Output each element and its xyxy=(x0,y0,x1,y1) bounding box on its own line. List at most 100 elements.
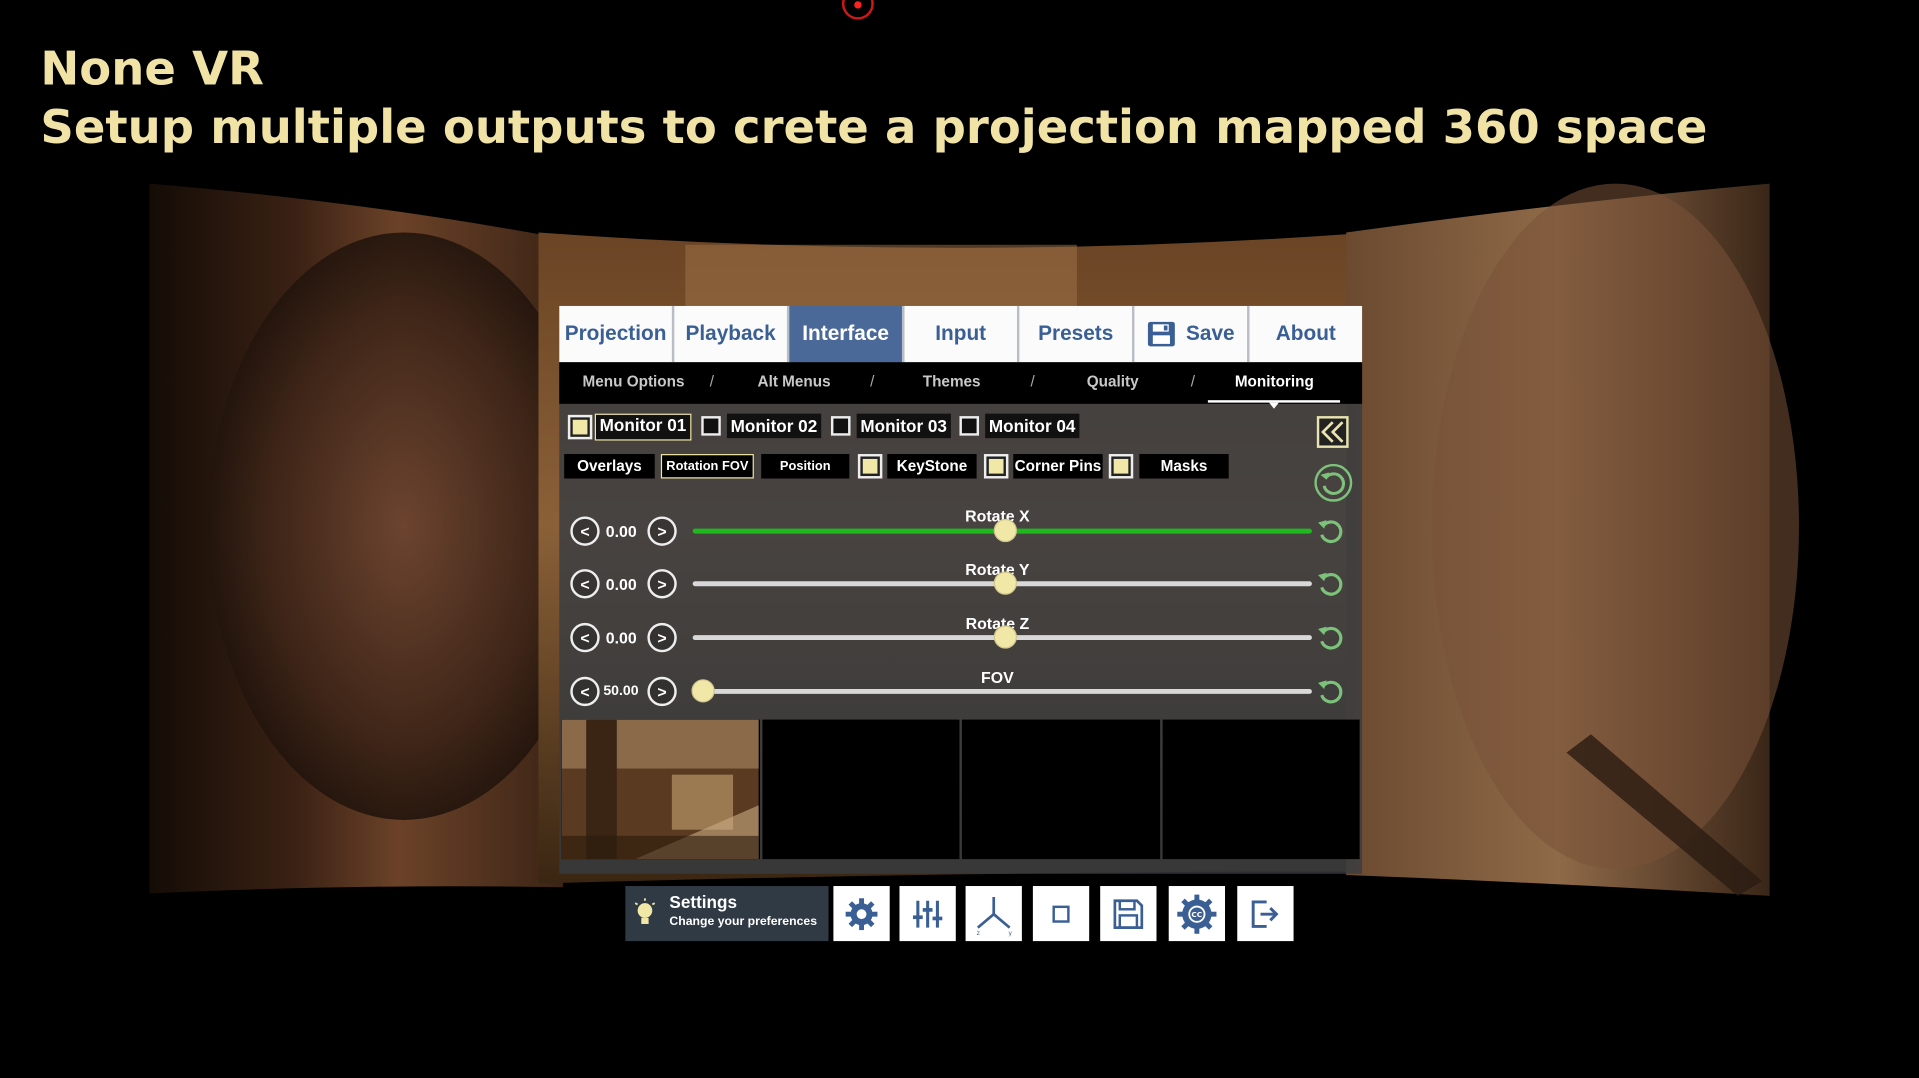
position-tab[interactable]: Position xyxy=(761,454,850,479)
corner-pins-tab[interactable]: Corner Pins xyxy=(1013,454,1103,479)
overlays-tab[interactable]: Overlays xyxy=(564,454,655,479)
decrement-button[interactable]: < xyxy=(570,622,600,653)
square-button[interactable] xyxy=(1032,886,1090,942)
subnav-monitoring[interactable]: Monitoring xyxy=(1235,373,1314,390)
main-tabs: Projection Playback Interface Input Pres… xyxy=(559,305,1363,363)
square-icon xyxy=(1052,905,1070,923)
save-button[interactable] xyxy=(1100,886,1157,942)
monitor-03-button[interactable]: Monitor 03 xyxy=(856,413,951,439)
subnav-alt-menus[interactable]: Alt Menus xyxy=(758,373,831,390)
subnav-quality[interactable]: Quality xyxy=(1087,373,1139,390)
equalizer-button[interactable] xyxy=(899,886,956,942)
svg-text:CC: CC xyxy=(1191,910,1202,919)
masks-tab[interactable]: Masks xyxy=(1139,454,1229,479)
reset-all-button[interactable] xyxy=(1314,463,1353,502)
slider-value: 0.00 xyxy=(605,522,637,541)
cc-gear-icon: CC xyxy=(1177,893,1217,934)
page-subtitle: Setup multiple outputs to crete a projec… xyxy=(40,100,1708,155)
slider-row-rotate-z: < 0.00 > Rotate Z xyxy=(559,613,1362,662)
slider-value: 0.00 xyxy=(605,575,637,594)
slider-thumb[interactable] xyxy=(993,571,1017,595)
slider-value: 50.00 xyxy=(603,684,639,699)
monitor-01-button[interactable]: Monitor 01 xyxy=(594,413,692,441)
svg-text:y: y xyxy=(1008,929,1012,935)
slider-thumb[interactable] xyxy=(993,625,1017,649)
floppy-disk-icon xyxy=(1148,321,1176,347)
slider-thumb[interactable] xyxy=(993,518,1017,543)
svg-text:z: z xyxy=(977,929,980,935)
monitor-02-checkbox[interactable] xyxy=(701,416,721,436)
decrement-button[interactable]: < xyxy=(570,676,600,707)
monitor-01-checkbox[interactable] xyxy=(567,414,593,440)
reset-icon[interactable] xyxy=(1314,515,1346,547)
monitor-02-button[interactable]: Monitor 02 xyxy=(726,413,821,439)
collapse-button[interactable] xyxy=(1316,416,1349,448)
slider-row-fov: < 50.00 > FOV xyxy=(559,667,1362,716)
reset-icon[interactable] xyxy=(1314,676,1346,708)
slider-row-rotate-y: < 0.00 > Rotate Y xyxy=(559,559,1362,608)
gear-button[interactable] xyxy=(833,886,890,942)
tab-presets[interactable]: Presets xyxy=(1019,305,1135,363)
slider-thumb[interactable] xyxy=(691,679,715,703)
increment-button[interactable]: > xyxy=(647,516,677,546)
monitor-02-preview[interactable] xyxy=(761,719,960,860)
exit-button[interactable] xyxy=(1237,886,1294,942)
tab-label: Save xyxy=(1186,321,1235,346)
active-notch xyxy=(1269,402,1279,409)
subnav-separator: / xyxy=(870,373,875,391)
monitor-04-checkbox[interactable] xyxy=(959,416,980,436)
corner-pins-checkbox[interactable] xyxy=(983,454,1009,479)
settings-panel: Projection Playback Interface Input Pres… xyxy=(559,305,1363,874)
monitor-04-preview[interactable] xyxy=(1161,719,1360,860)
lightbulb-icon xyxy=(634,898,656,924)
video-frame xyxy=(561,719,759,860)
increment-button[interactable]: > xyxy=(647,622,677,653)
keystone-tab[interactable]: KeyStone xyxy=(887,454,977,479)
gear-icon xyxy=(845,897,878,930)
axis-icon: z y xyxy=(977,896,1012,936)
rotation-fov-tab[interactable]: Rotation FOV xyxy=(660,454,754,479)
reset-icon[interactable] xyxy=(1314,622,1346,654)
decrement-button[interactable]: < xyxy=(570,516,600,546)
tab-label: Interface xyxy=(802,321,890,346)
equalizer-icon xyxy=(912,900,943,928)
monitor-03-preview[interactable] xyxy=(961,719,1160,860)
increment-button[interactable]: > xyxy=(647,569,677,599)
masks-checkbox[interactable] xyxy=(1108,454,1134,479)
subnav-themes[interactable]: Themes xyxy=(923,373,981,390)
sub-navigation: Menu Options / Alt Menus / Themes / Qual… xyxy=(559,362,1363,409)
monitor-04-button[interactable]: Monitor 04 xyxy=(985,413,1080,439)
tab-about[interactable]: About xyxy=(1249,305,1363,363)
tab-projection[interactable]: Projection xyxy=(559,305,675,363)
slider-label: FOV xyxy=(981,668,1014,687)
tab-input[interactable]: Input xyxy=(904,305,1020,363)
tab-label: Presets xyxy=(1038,321,1114,346)
subnav-separator: / xyxy=(709,373,715,391)
reset-icon xyxy=(1320,472,1346,495)
settings-card[interactable]: Settings Change your preferences xyxy=(625,886,829,942)
decrement-button[interactable]: < xyxy=(570,569,600,599)
tab-interface[interactable]: Interface xyxy=(789,305,905,363)
subnav-separator: / xyxy=(1190,373,1196,391)
subnav-separator: / xyxy=(1030,373,1035,391)
increment-button[interactable]: > xyxy=(647,676,677,707)
reset-icon[interactable] xyxy=(1314,568,1346,600)
tab-save[interactable]: Save xyxy=(1134,305,1250,363)
subnav-menu-options[interactable]: Menu Options xyxy=(583,373,685,390)
keystone-checkbox[interactable] xyxy=(857,454,883,479)
axis-button[interactable]: z y xyxy=(965,886,1022,942)
settings-title: Settings xyxy=(669,892,738,912)
page-title: None VR xyxy=(40,41,264,96)
exit-icon xyxy=(1251,899,1279,928)
tab-label: Input xyxy=(935,321,987,346)
double-chevron-left-icon xyxy=(1321,421,1344,443)
tab-playback[interactable]: Playback xyxy=(674,305,790,363)
monitor-01-preview[interactable] xyxy=(561,719,760,860)
captions-settings-button[interactable]: CC xyxy=(1168,886,1226,942)
tab-label: Projection xyxy=(564,321,667,346)
slider-value: 0.00 xyxy=(605,629,637,648)
slider-row-rotate-x: < 0.00 > Rotate X xyxy=(559,507,1362,556)
monitor-03-checkbox[interactable] xyxy=(830,416,851,436)
tab-label: About xyxy=(1275,321,1336,346)
fov-slider[interactable] xyxy=(692,688,1312,694)
